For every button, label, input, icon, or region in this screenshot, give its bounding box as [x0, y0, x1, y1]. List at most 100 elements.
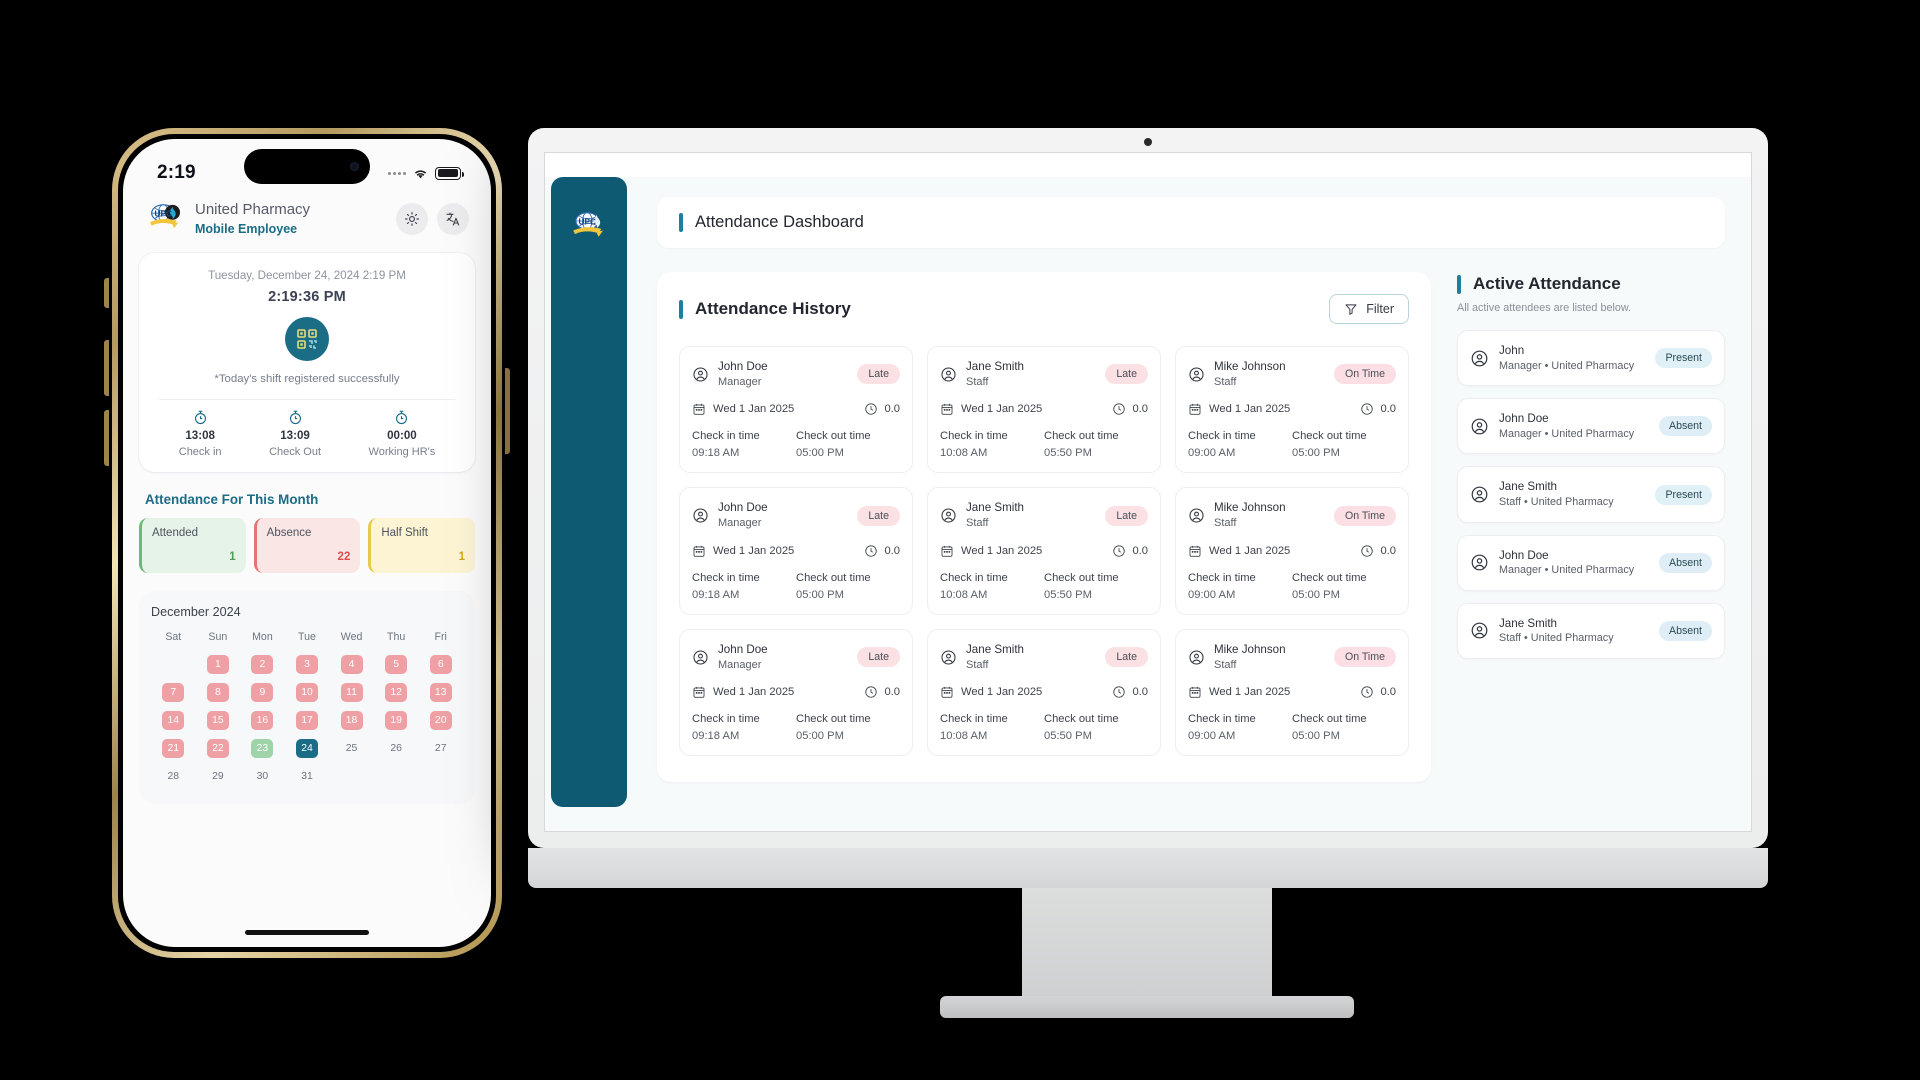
phone-header-actions	[396, 203, 469, 235]
calendar-cell[interactable]: 16	[240, 710, 285, 732]
calendar-cell[interactable]: 27	[418, 738, 463, 760]
check-in-value: 10:08 AM	[940, 447, 988, 460]
attendance-history-card[interactable]: John Doe Manager Late Wed 1 Jan 2025 0.0 Chec…	[679, 346, 913, 474]
stat-half-shift[interactable]: Half Shift 1	[368, 517, 476, 573]
attendance-history-card[interactable]: Mike Johnson Staff On Time Wed 1 Jan 2025 0.…	[1175, 487, 1409, 615]
checkout-label: Check Out	[269, 445, 322, 458]
status-badge: Late	[1105, 505, 1148, 526]
filter-button[interactable]: Filter	[1329, 294, 1409, 324]
sun-icon[interactable]	[396, 203, 428, 235]
calendar-cell[interactable]: 30	[240, 766, 285, 788]
calendar-cell[interactable]: 6	[418, 654, 463, 676]
calendar-cell[interactable]: 18	[329, 710, 374, 732]
calendar-cell[interactable]: 12	[374, 682, 419, 704]
calendar-cell[interactable]: 22	[196, 738, 241, 760]
calendar-icon	[693, 404, 705, 416]
calendar-cell[interactable]: 24	[285, 738, 330, 760]
attendance-history-card[interactable]: Jane Smith Staff Late Wed 1 Jan 2025 0.0 Chec…	[927, 487, 1161, 615]
calendar-cell[interactable]: 8	[196, 682, 241, 704]
hours-value: 0.0	[1380, 403, 1396, 416]
calendar-cell[interactable]: 3	[285, 654, 330, 676]
person-role: Staff	[1214, 658, 1237, 671]
check-in-block: Check in time 09:18 AM	[692, 713, 796, 742]
attendance-history-card[interactable]: John Doe Manager Late Wed 1 Jan 2025 0.0 Chec…	[679, 628, 913, 757]
calendar-cell[interactable]: 14	[151, 710, 196, 732]
attendee-text: John Manager • United Pharmacy	[1499, 343, 1634, 373]
active-attendance-item[interactable]: Jane Smith Staff • United Pharmacy Absent	[1457, 602, 1725, 660]
home-indicator[interactable]	[245, 930, 369, 935]
record-date: Wed 1 Jan 2025	[961, 403, 1043, 416]
active-attendance-list: John Manager • United Pharmacy Present John…	[1457, 330, 1725, 660]
calendar-cell[interactable]: 9	[240, 682, 285, 704]
active-attendance-item[interactable]: John Doe Manager • United Pharmacy Absent	[1457, 534, 1725, 591]
phone-power-button[interactable]	[505, 368, 510, 454]
calendar-cell[interactable]: 19	[374, 710, 419, 732]
calendar-day-absent: 20	[429, 711, 452, 731]
clock-icon	[1361, 403, 1374, 416]
record-hours: 0.0	[1360, 402, 1396, 416]
active-attendance-item[interactable]: John Manager • United Pharmacy Present	[1457, 330, 1725, 387]
status-badge: Late	[857, 505, 900, 526]
calendar-cell[interactable]: 28	[151, 766, 196, 788]
attendance-history-card[interactable]: Jane Smith Staff Late Wed 1 Jan 2025 0.0 Chec…	[927, 346, 1161, 474]
card-person-row: Mike Johnson Staff On Time	[1188, 359, 1396, 389]
check-out-value: 05:00 PM	[796, 447, 844, 460]
translate-icon[interactable]	[437, 203, 469, 235]
user-circle-icon	[1471, 418, 1488, 435]
record-date: Wed 1 Jan 2025	[1209, 544, 1291, 557]
record-hours: 0.0	[1360, 544, 1396, 558]
calendar-cell[interactable]: 1	[196, 654, 241, 676]
app-sidebar: UPC	[551, 177, 627, 807]
attendance-history-card[interactable]: John Doe Manager Late Wed 1 Jan 2025 0.0 Chec…	[679, 487, 913, 615]
check-in-value: 09:00 AM	[1188, 447, 1236, 460]
stat-attended[interactable]: Attended 1	[139, 517, 246, 573]
active-attendance-panel: Active Attendance All active attendees a…	[1457, 272, 1725, 782]
person-name: John Doe	[718, 501, 768, 515]
calendar-cell[interactable]: 29	[196, 766, 241, 788]
calendar-cell[interactable]: 5	[374, 654, 419, 676]
upc-logo-icon[interactable]: UPC	[566, 207, 612, 247]
record-date: Wed 1 Jan 2025	[713, 403, 795, 416]
calendar-day-absent: 19	[385, 711, 408, 731]
clock-icon	[1113, 403, 1126, 416]
calendar-cell[interactable]: 31	[285, 766, 330, 788]
check-out-block: Check out time 05:00 PM	[796, 572, 900, 601]
attendance-history-card[interactable]: Jane Smith Staff Late Wed 1 Jan 2025 0.0 Chec…	[927, 628, 1161, 757]
calendar-cell[interactable]: 21	[151, 738, 196, 760]
active-attendance-item[interactable]: John Doe Manager • United Pharmacy Absent	[1457, 398, 1725, 455]
calendar-cell[interactable]: 25	[329, 738, 374, 760]
card-times-row: Check in time 09:00 AM Check out time 05:00…	[1188, 713, 1396, 742]
calendar-cell[interactable]: 23	[240, 738, 285, 760]
attendance-history-card[interactable]: Mike Johnson Staff On Time Wed 1 Jan 2025 0.…	[1175, 346, 1409, 474]
calendar-cell[interactable]: 4	[329, 654, 374, 676]
calendar-cell[interactable]: 10	[285, 682, 330, 704]
calendar-cell[interactable]: 20	[418, 710, 463, 732]
phone-volume-down-button[interactable]	[104, 410, 109, 466]
user-circle-icon	[1189, 650, 1204, 665]
calendar-cell[interactable]: 26	[374, 738, 419, 760]
calendar-icon	[693, 687, 705, 699]
calendar-cell[interactable]: 13	[418, 682, 463, 704]
person-role: Staff	[1214, 517, 1237, 530]
check-out-block: Check out time 05:50 PM	[1044, 430, 1148, 459]
phone-volume-up-button[interactable]	[104, 340, 109, 396]
calendar-cell[interactable]: 2	[240, 654, 285, 676]
calendar-day-header: Tue	[298, 630, 316, 643]
attendance-history-card[interactable]: Mike Johnson Staff On Time Wed 1 Jan 2025 0.…	[1175, 628, 1409, 757]
calendar-cell[interactable]: 17	[285, 710, 330, 732]
active-attendance-item[interactable]: Jane Smith Staff • United Pharmacy Present	[1457, 466, 1725, 523]
check-in-label: Check in time	[940, 713, 1008, 726]
month-section-title: Attendance For This Month	[145, 491, 319, 507]
stopwatch-icon	[289, 410, 301, 424]
qr-code-icon[interactable]	[285, 317, 329, 361]
calendar-cell[interactable]: 15	[196, 710, 241, 732]
calendar-cell[interactable]: 7	[151, 682, 196, 704]
calendar-cell[interactable]: 11	[329, 682, 374, 704]
calendar-day-absent: 18	[340, 711, 363, 731]
stat-absence[interactable]: Absence 22	[253, 517, 361, 573]
calendar-day-none: 27	[434, 743, 447, 755]
user-circle-icon	[693, 508, 708, 523]
phone-silence-switch[interactable]	[104, 278, 109, 308]
attendee-text: John Doe Manager • United Pharmacy	[1499, 548, 1634, 578]
user-circle-icon	[941, 508, 956, 523]
